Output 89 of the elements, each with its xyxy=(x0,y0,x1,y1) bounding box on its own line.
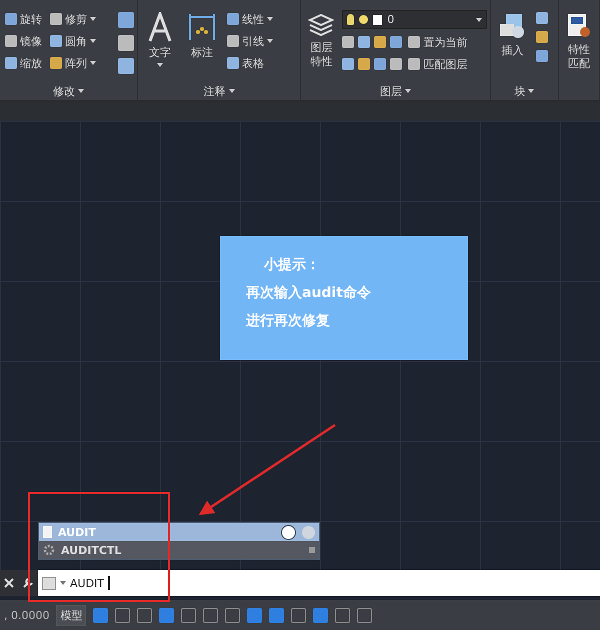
autocomplete-item[interactable]: AUDITCTL xyxy=(39,541,319,559)
tool-icon[interactable] xyxy=(536,12,548,24)
panel-title[interactable]: 修改 xyxy=(52,84,84,98)
layer-tool-icon[interactable] xyxy=(342,58,354,70)
tool-icon xyxy=(5,13,17,25)
lightbulb-icon xyxy=(347,14,354,25)
ribbon-large-button[interactable]: 标注 xyxy=(182,10,221,82)
caret-icon xyxy=(266,39,273,43)
help-icon[interactable] xyxy=(281,524,296,540)
ribbon-tool-button[interactable]: 阵列 xyxy=(48,54,98,72)
caret-icon xyxy=(266,17,273,21)
color-swatch xyxy=(373,14,382,24)
ribbon-large-button[interactable]: 图层特性 xyxy=(304,10,338,82)
gear-icon xyxy=(43,544,55,556)
panel-title[interactable]: 块 xyxy=(514,84,534,98)
status-toggle-icon[interactable] xyxy=(93,608,108,622)
status-toggle-icon[interactable] xyxy=(203,608,218,622)
ribbon-tool-button[interactable]: 旋转 xyxy=(3,10,44,28)
coordinates-readout: , 0.0000 xyxy=(4,608,50,622)
letter-a-icon xyxy=(146,12,173,42)
layer-tool-icon[interactable] xyxy=(342,36,354,48)
tool-icon[interactable] xyxy=(536,50,548,62)
ribbon-tool-button[interactable]: 匹配图层 xyxy=(406,55,470,73)
tool-icon xyxy=(226,13,239,25)
command-prompt-icon xyxy=(42,576,56,590)
match-properties-icon xyxy=(566,12,592,40)
tool-icon xyxy=(408,36,420,48)
status-toggle-icon[interactable] xyxy=(159,608,174,622)
status-toggle-icon[interactable] xyxy=(225,608,240,622)
ribbon-large-button[interactable]: 文字 xyxy=(140,10,179,82)
tool-icon[interactable] xyxy=(118,58,134,74)
tip-title: 小提示： xyxy=(262,256,321,274)
caret-icon xyxy=(528,89,534,93)
tool-icon xyxy=(5,35,17,47)
tip-text: 再次输入audit命令 xyxy=(246,284,372,302)
panel-title[interactable]: 注释 xyxy=(204,84,235,98)
ribbon-tool-button[interactable]: 镜像 xyxy=(3,32,44,50)
status-toggle-icon[interactable] xyxy=(335,608,350,622)
caret-icon xyxy=(476,18,482,22)
status-toggle-icon[interactable] xyxy=(291,608,306,622)
ribbon-tool-button[interactable]: 线性 xyxy=(224,10,298,28)
text-cursor-icon xyxy=(108,576,110,590)
ribbon-large-button[interactable]: 特性匹配 xyxy=(562,10,596,82)
tool-icon xyxy=(5,57,17,69)
tool-icon xyxy=(50,35,62,47)
tool-icon[interactable] xyxy=(536,31,548,43)
ribbon-tool-button[interactable]: 缩放 xyxy=(3,54,44,72)
tool-icon[interactable] xyxy=(118,35,134,51)
ribbon-tool-button[interactable]: 置为当前 xyxy=(406,33,470,51)
ribbon-tool-button[interactable]: 引线 xyxy=(224,32,298,50)
caret-icon xyxy=(156,63,163,67)
sun-icon xyxy=(359,15,368,24)
ribbon-tool-button[interactable]: 修剪 xyxy=(48,10,98,28)
tool-icon xyxy=(226,35,239,47)
ribbon-tool-button[interactable]: 表格 xyxy=(224,54,298,72)
caret-icon xyxy=(228,89,235,93)
status-toggle-icon[interactable] xyxy=(247,608,262,622)
status-toggle-icon[interactable] xyxy=(269,608,284,622)
status-toggle-icon[interactable] xyxy=(137,608,152,622)
ribbon-tool-button[interactable]: 圆角 xyxy=(48,32,98,50)
tool-icon xyxy=(50,57,62,69)
tool-icon xyxy=(408,58,420,70)
layer-tool-icon[interactable] xyxy=(358,58,370,70)
tip-text: 进行再次修复 xyxy=(246,312,331,330)
layer-tool-icon[interactable] xyxy=(374,58,386,70)
ribbon-large-button[interactable]: 插入 xyxy=(494,10,532,82)
wrench-icon[interactable] xyxy=(22,577,34,589)
status-toggle-icon[interactable] xyxy=(115,608,130,622)
caret-icon xyxy=(404,89,411,93)
model-space-button[interactable]: 模型 xyxy=(56,604,86,626)
status-toggle-icon[interactable] xyxy=(313,608,328,622)
command-input-field[interactable]: AUDIT xyxy=(38,570,600,596)
caret-icon xyxy=(78,89,84,93)
layer-tool-icon[interactable] xyxy=(390,58,402,70)
caret-icon xyxy=(60,581,66,585)
tool-icon xyxy=(226,57,239,69)
panel-title[interactable]: 图层 xyxy=(380,84,411,98)
layer-tool-icon[interactable] xyxy=(374,36,386,48)
layers-icon xyxy=(308,12,334,38)
layer-tool-icon[interactable] xyxy=(390,36,402,48)
document-icon xyxy=(43,526,52,538)
tool-icon[interactable] xyxy=(118,12,134,28)
dimension-icon xyxy=(188,12,216,42)
layer-tool-icon[interactable] xyxy=(358,36,370,48)
close-icon[interactable] xyxy=(4,578,14,588)
layer-dropdown[interactable]: 0 xyxy=(342,10,487,29)
status-toggle-icon[interactable] xyxy=(357,608,372,622)
tool-icon xyxy=(50,13,62,25)
status-toggle-icon[interactable] xyxy=(181,608,196,622)
